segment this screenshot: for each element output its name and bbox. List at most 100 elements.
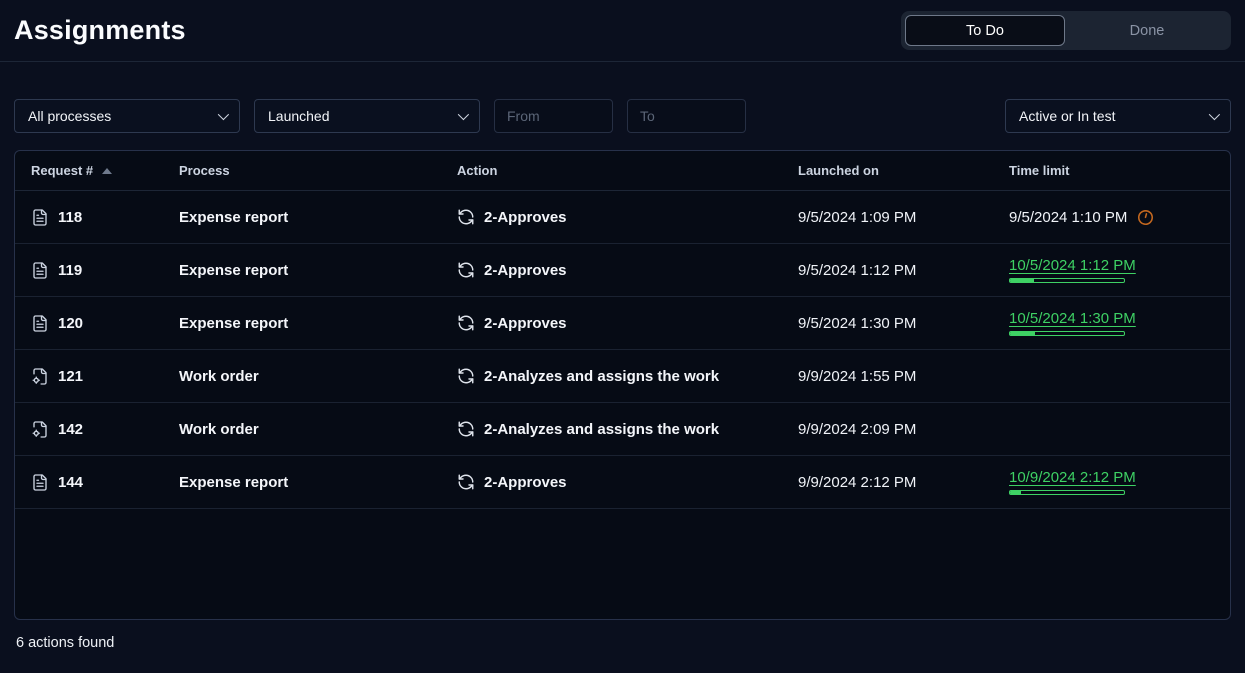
request-number: 144 bbox=[58, 474, 83, 491]
table-row[interactable]: 121 Work order 2-Analyzes and assigns th… bbox=[15, 350, 1230, 403]
file-gear-icon bbox=[31, 367, 49, 386]
launched-on-cell: 9/5/2024 1:09 PM bbox=[798, 209, 1009, 226]
action-cell: 2-Approves bbox=[457, 261, 798, 279]
action-cell: 2-Approves bbox=[457, 208, 798, 226]
date-type-filter-select[interactable]: Launched bbox=[254, 99, 480, 133]
column-header-time-limit[interactable]: Time limit bbox=[1009, 163, 1230, 178]
time-limit-link[interactable]: 10/5/2024 1:30 PM bbox=[1009, 310, 1230, 327]
process-cell: Expense report bbox=[179, 262, 457, 279]
tab-todo[interactable]: To Do bbox=[905, 15, 1065, 46]
time-limit-link[interactable]: 10/9/2024 2:12 PM bbox=[1009, 469, 1230, 486]
clock-overdue-icon bbox=[1136, 208, 1155, 227]
process-cell: Work order bbox=[179, 421, 457, 438]
column-header-action[interactable]: Action bbox=[457, 163, 798, 178]
top-bar: Assignments To Do Done bbox=[0, 0, 1245, 62]
request-number: 118 bbox=[58, 209, 82, 226]
process-name: Expense report bbox=[179, 209, 288, 226]
refresh-icon bbox=[457, 314, 475, 332]
launched-on-cell: 9/9/2024 1:55 PM bbox=[798, 368, 1009, 385]
process-filter-select[interactable]: All processes bbox=[14, 99, 240, 133]
request-cell: 144 bbox=[15, 473, 179, 492]
from-date-input[interactable] bbox=[494, 99, 613, 133]
action-name: 2-Analyzes and assigns the work bbox=[484, 368, 719, 385]
time-limit-link[interactable]: 10/5/2024 1:12 PM bbox=[1009, 257, 1230, 274]
process-cell: Expense report bbox=[179, 209, 457, 226]
time-limit-progress-bar bbox=[1009, 331, 1125, 336]
chevron-down-icon bbox=[1209, 109, 1220, 120]
page-title: Assignments bbox=[14, 15, 186, 46]
launched-on-value: 9/5/2024 1:30 PM bbox=[798, 315, 916, 332]
refresh-icon bbox=[457, 420, 475, 438]
to-date-input[interactable] bbox=[627, 99, 746, 133]
assignments-table: Request # Process Action Launched on Tim… bbox=[14, 150, 1231, 620]
request-cell: 121 bbox=[15, 367, 179, 386]
time-limit-active: 10/5/2024 1:30 PM bbox=[1009, 310, 1230, 336]
filter-bar: All processes Launched Active or In test bbox=[14, 99, 1231, 133]
time-limit-progress-bar bbox=[1009, 490, 1125, 495]
launched-on-value: 9/5/2024 1:09 PM bbox=[798, 209, 916, 226]
process-cell: Expense report bbox=[179, 474, 457, 491]
refresh-icon bbox=[457, 208, 475, 226]
process-name: Expense report bbox=[179, 474, 288, 491]
chevron-down-icon bbox=[218, 109, 229, 120]
table-row[interactable]: 118 Expense report 2-Approves 9/5/2024 1… bbox=[15, 191, 1230, 244]
table-row[interactable]: 144 Expense report 2-Approves 9/9/2024 2… bbox=[15, 456, 1230, 509]
process-cell: Work order bbox=[179, 368, 457, 385]
table-row[interactable]: 119 Expense report 2-Approves 9/5/2024 1… bbox=[15, 244, 1230, 297]
request-number: 121 bbox=[58, 368, 83, 385]
date-type-filter-value: Launched bbox=[268, 108, 330, 124]
launched-on-value: 9/9/2024 1:55 PM bbox=[798, 368, 916, 385]
results-count: 6 actions found bbox=[16, 635, 1229, 651]
time-limit-cell: 10/5/2024 1:12 PM bbox=[1009, 257, 1230, 283]
status-filter-value: Active or In test bbox=[1019, 108, 1115, 124]
action-cell: 2-Approves bbox=[457, 314, 798, 332]
table-row[interactable]: 142 Work order 2-Analyzes and assigns th… bbox=[15, 403, 1230, 456]
action-name: 2-Approves bbox=[484, 262, 567, 279]
time-limit-cell: 9/5/2024 1:10 PM bbox=[1009, 208, 1230, 227]
process-cell: Expense report bbox=[179, 315, 457, 332]
launched-on-value: 9/9/2024 2:09 PM bbox=[798, 421, 916, 438]
launched-on-cell: 9/5/2024 1:30 PM bbox=[798, 315, 1009, 332]
sort-ascending-icon bbox=[102, 168, 112, 174]
time-limit-active: 10/5/2024 1:12 PM bbox=[1009, 257, 1230, 283]
request-cell: 119 bbox=[15, 261, 179, 280]
process-name: Expense report bbox=[179, 315, 288, 332]
file-text-icon bbox=[31, 208, 49, 227]
time-limit-value: 9/5/2024 1:10 PM bbox=[1009, 209, 1127, 226]
launched-on-value: 9/9/2024 2:12 PM bbox=[798, 474, 916, 491]
process-name: Work order bbox=[179, 421, 259, 438]
action-cell: 2-Approves bbox=[457, 473, 798, 491]
refresh-icon bbox=[457, 261, 475, 279]
launched-on-cell: 9/9/2024 2:09 PM bbox=[798, 421, 1009, 438]
request-cell: 142 bbox=[15, 420, 179, 439]
process-name: Expense report bbox=[179, 262, 288, 279]
table-header-row: Request # Process Action Launched on Tim… bbox=[15, 151, 1230, 191]
launched-on-cell: 9/9/2024 2:12 PM bbox=[798, 474, 1009, 491]
time-limit-progress-bar bbox=[1009, 278, 1125, 283]
action-name: 2-Approves bbox=[484, 209, 567, 226]
chevron-down-icon bbox=[458, 109, 469, 120]
time-limit-progress-fill bbox=[1010, 332, 1035, 335]
tab-done[interactable]: Done bbox=[1067, 15, 1227, 46]
process-filter-value: All processes bbox=[28, 108, 111, 124]
action-cell: 2-Analyzes and assigns the work bbox=[457, 420, 798, 438]
status-filter-select[interactable]: Active or In test bbox=[1005, 99, 1231, 133]
file-text-icon bbox=[31, 314, 49, 333]
column-header-request[interactable]: Request # bbox=[15, 163, 179, 178]
time-limit-active: 10/9/2024 2:12 PM bbox=[1009, 469, 1230, 495]
file-text-icon bbox=[31, 261, 49, 280]
todo-done-toggle: To Do Done bbox=[901, 11, 1231, 50]
action-name: 2-Approves bbox=[484, 315, 567, 332]
table-row[interactable]: 120 Expense report 2-Approves 9/5/2024 1… bbox=[15, 297, 1230, 350]
launched-on-value: 9/5/2024 1:12 PM bbox=[798, 262, 916, 279]
column-header-process[interactable]: Process bbox=[179, 163, 457, 178]
request-number: 120 bbox=[58, 315, 83, 332]
launched-on-cell: 9/5/2024 1:12 PM bbox=[798, 262, 1009, 279]
time-limit-progress-fill bbox=[1010, 279, 1034, 282]
action-name: 2-Analyzes and assigns the work bbox=[484, 421, 719, 438]
time-limit-cell: 10/9/2024 2:12 PM bbox=[1009, 469, 1230, 495]
request-number: 119 bbox=[58, 262, 82, 279]
request-number: 142 bbox=[58, 421, 83, 438]
column-header-launched-on[interactable]: Launched on bbox=[798, 163, 1009, 178]
time-limit-overdue: 9/5/2024 1:10 PM bbox=[1009, 208, 1230, 227]
